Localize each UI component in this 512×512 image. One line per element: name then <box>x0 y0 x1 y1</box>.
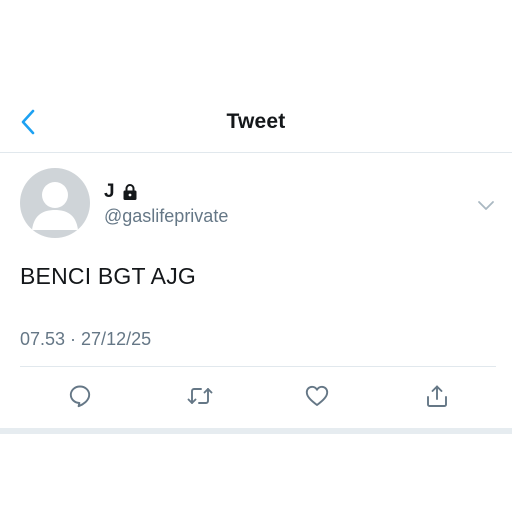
display-name[interactable]: J <box>104 181 115 203</box>
default-avatar-icon <box>32 182 78 230</box>
navigation-bar: Tweet <box>0 96 512 153</box>
divider <box>20 366 496 367</box>
retweet-icon <box>187 388 213 404</box>
avatar[interactable] <box>20 168 90 238</box>
tweet: J @gaslifeprivate BENCI BGT AJG 07.53 · … <box>0 153 512 429</box>
tweet-actions <box>0 381 512 413</box>
section-separator <box>0 428 512 434</box>
share-button[interactable] <box>422 381 452 411</box>
tweet-text: BENCI BGT AJG <box>20 263 196 289</box>
heart-icon <box>305 385 329 406</box>
more-options-button[interactable] <box>476 195 496 215</box>
page-title: Tweet <box>226 110 286 133</box>
tweet-detail-screen: Tweet J @gaslifeprivate BENCI BGT AJG 07… <box>0 0 512 512</box>
like-button[interactable] <box>302 381 332 411</box>
retweet-button[interactable] <box>185 381 215 411</box>
lock-icon <box>123 184 137 200</box>
chevron-down-icon <box>478 201 494 210</box>
tweet-timestamp: 07.53 · 27/12/25 <box>20 329 152 349</box>
user-handle[interactable]: @gaslifeprivate <box>104 206 228 227</box>
share-icon <box>427 385 447 407</box>
comment-icon <box>69 385 91 408</box>
reply-button[interactable] <box>65 381 95 411</box>
author-name-row: J <box>104 181 139 203</box>
